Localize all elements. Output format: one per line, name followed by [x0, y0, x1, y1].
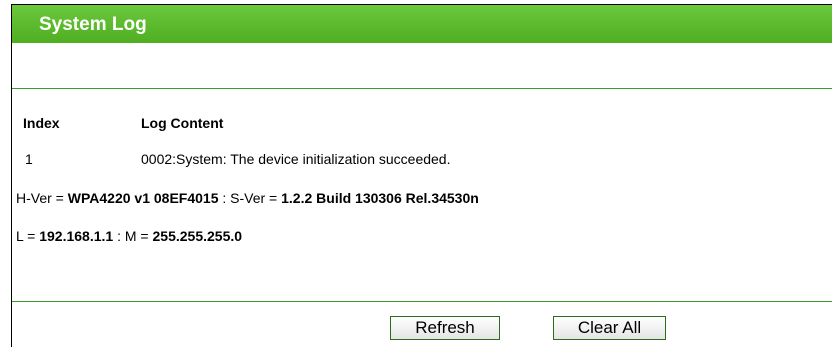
- system-log-panel: System Log Index Log Content 1 0002:Syst…: [11, 4, 832, 347]
- hardware-version-label: H-Ver =: [16, 190, 68, 206]
- log-row-content: 0002:System: The device initialization s…: [141, 151, 451, 167]
- log-content-column-header: Log Content: [141, 115, 224, 131]
- index-column-header: Index: [23, 115, 60, 131]
- top-divider: [12, 88, 832, 89]
- software-version-label: : S-Ver =: [218, 190, 282, 206]
- log-row-index: 1: [25, 151, 33, 167]
- refresh-button[interactable]: Refresh: [390, 316, 500, 340]
- lan-ip-value: 192.168.1.1: [39, 228, 114, 244]
- clear-all-button[interactable]: Clear All: [553, 316, 666, 340]
- lan-ip-label: L =: [16, 228, 40, 244]
- subnet-mask-label: : M =: [113, 228, 153, 244]
- network-info: L = 192.168.1.1 : M = 255.255.255.0: [16, 228, 242, 244]
- panel-header: System Log: [12, 5, 832, 43]
- hardware-version-value: WPA4220 v1 08EF4015: [67, 190, 219, 206]
- subnet-mask-value: 255.255.255.0: [152, 228, 243, 244]
- page-title: System Log: [39, 14, 147, 35]
- software-version-value: 1.2.2 Build 130306 Rel.34530n: [281, 190, 479, 206]
- bottom-divider: [12, 301, 832, 302]
- version-info: H-Ver = WPA4220 v1 08EF4015 : S-Ver = 1.…: [16, 190, 479, 206]
